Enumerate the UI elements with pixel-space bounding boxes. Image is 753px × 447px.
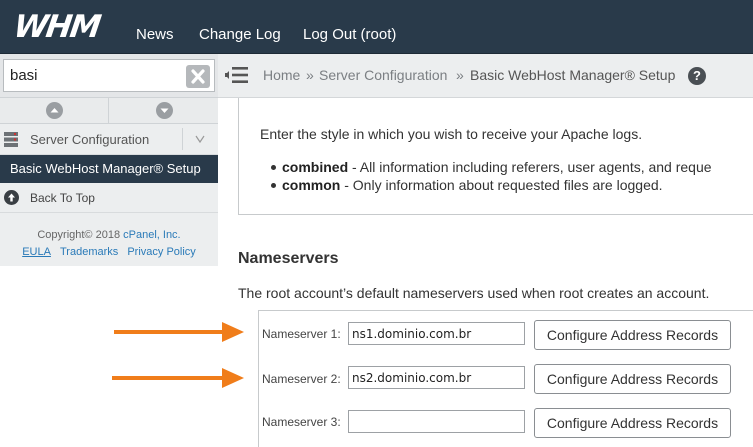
scroll-down-button[interactable] [110,98,218,123]
footer-links: EULA Trademarks Privacy Policy [0,246,218,258]
sidebar-category-server-configuration[interactable]: Server Configuration [0,124,218,155]
apache-logs-panel: Enter the style in which you wish to rec… [238,98,753,215]
breadcrumb-current: Basic WebHost Manager® Setup [470,67,676,83]
server-icon [4,132,18,147]
privacy-policy-link[interactable]: Privacy Policy [127,246,195,258]
eula-link[interactable]: EULA [22,246,51,258]
option-name: combined [282,159,349,175]
scroll-up-button[interactable] [0,98,108,123]
nameserver-3-label: Nameserver 3: [262,415,341,429]
nav-news[interactable]: News [136,26,174,43]
option-text: - Only information about requested files… [340,177,663,193]
breadcrumb-server-configuration[interactable]: Server Configuration [319,67,447,83]
top-header: WHM News Change Log Log Out (root) [0,0,753,54]
chevron-down-icon [156,102,173,119]
breadcrumb-separator: » [306,67,314,83]
copyright: Copyright© 2018 cPanel, Inc. [0,229,218,241]
arrow-up-circle-icon [4,190,19,205]
search-input[interactable] [3,59,215,92]
trademarks-link[interactable]: Trademarks [60,246,118,258]
nameserver-1-label: Nameserver 1: [262,327,341,341]
nameserver-2-label: Nameserver 2: [262,372,341,386]
nameserver-2-input[interactable] [348,366,525,389]
clear-search-button[interactable] [186,65,210,88]
chevron-up-icon [46,102,63,119]
sidebar-item-label: Basic WebHost Manager® Setup [10,161,201,176]
nameserver-1-input[interactable] [348,322,525,345]
back-to-top-label: Back To Top [30,191,95,205]
help-icon[interactable]: ? [688,67,706,85]
configure-address-records-button-2[interactable]: Configure Address Records [534,364,731,394]
configure-address-records-button-1[interactable]: Configure Address Records [534,320,731,350]
nav-change-log[interactable]: Change Log [199,26,281,43]
sidebar-search [0,54,218,98]
annotation-arrow-icon [112,368,244,388]
breadcrumb-separator: » [456,67,464,83]
sidebar-footer: Copyright© 2018 cPanel, Inc. EULA Tradem… [0,213,218,266]
breadcrumb-home[interactable]: Home [263,67,300,83]
configure-address-records-button-3[interactable]: Configure Address Records [534,408,731,438]
nameserver-3-input[interactable] [348,410,525,433]
option-text: - All information including referers, us… [348,159,712,175]
annotation-arrow-icon [114,322,244,342]
nameservers-heading: Nameservers [238,250,339,267]
sidebar-empty-area [0,266,218,447]
apache-logs-description: Enter the style in which you wish to rec… [260,126,643,142]
close-icon [191,69,205,84]
breadcrumb: Home » Server Configuration » Basic WebH… [218,54,753,98]
divider [108,98,109,123]
sidebar-scroll-controls [0,98,218,124]
nameservers-description: The root account’s default nameservers u… [238,285,710,301]
nav-logout[interactable]: Log Out (root) [303,26,396,43]
divider [182,128,183,150]
whm-logo[interactable]: WHM [11,9,101,45]
chevron-down-icon[interactable] [195,134,205,144]
copyright-text: Copyright© 2018 [37,229,121,241]
option-combined: combined - All information including ref… [271,159,712,175]
cpanel-link[interactable]: cPanel, Inc. [123,229,180,241]
option-common: common - Only information about requeste… [271,177,663,193]
sidebar-category-label: Server Configuration [30,132,150,147]
menu-toggle-icon[interactable] [225,65,249,85]
sidebar-item-basic-whm-setup[interactable]: Basic WebHost Manager® Setup [0,155,218,183]
option-name: common [282,177,341,193]
back-to-top-link[interactable]: Back To Top [0,183,218,213]
